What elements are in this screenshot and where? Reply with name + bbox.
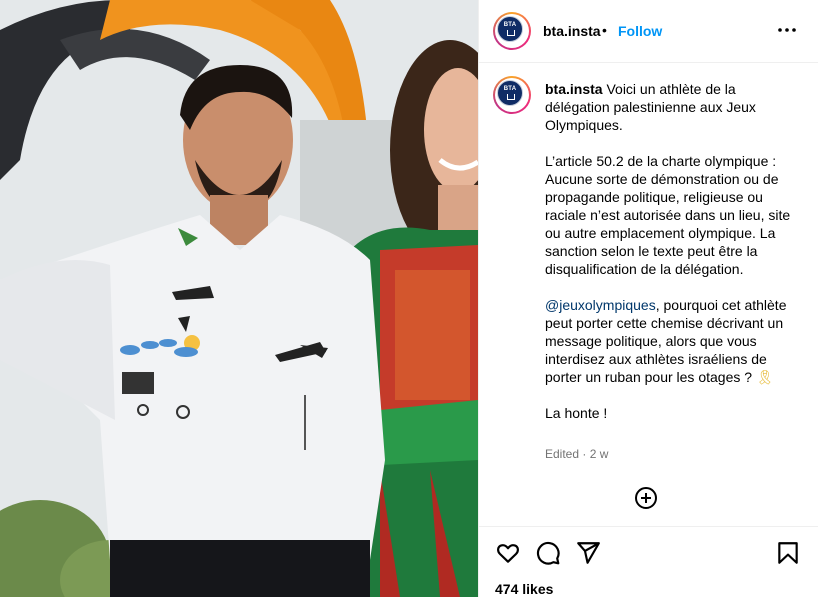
caption-author-avatar[interactable]: BTA bbox=[493, 76, 531, 114]
add-comment-icon[interactable] bbox=[634, 486, 658, 510]
header-separator: • bbox=[602, 22, 607, 38]
scales-icon bbox=[507, 30, 515, 36]
scales-icon bbox=[507, 94, 515, 100]
more-options-icon[interactable] bbox=[775, 20, 799, 40]
post-photo[interactable] bbox=[0, 0, 478, 597]
share-icon[interactable] bbox=[575, 540, 601, 566]
post-image bbox=[0, 0, 478, 597]
post-actions-bar: 474 likes bbox=[479, 526, 818, 597]
avatar-text: BTA bbox=[503, 22, 517, 28]
mention-link[interactable]: @jeuxolympiques bbox=[545, 297, 656, 313]
bookmark-icon[interactable] bbox=[775, 540, 801, 566]
caption-handle[interactable]: bta.insta bbox=[545, 81, 603, 97]
instagram-post: BTA bta.insta • Follow BTA bta.insta Voi… bbox=[0, 0, 818, 597]
avatar-text: BTA bbox=[503, 86, 517, 92]
ribbon-emoji-icon: 🎗 bbox=[755, 369, 774, 385]
likes-count[interactable]: 474 likes bbox=[495, 581, 553, 597]
author-handle[interactable]: bta.insta bbox=[543, 23, 601, 39]
post-header: BTA bta.insta • Follow bbox=[479, 0, 818, 63]
bta-logo: BTA bbox=[497, 80, 523, 106]
caption-paragraph-2: L’article 50.2 de la charte olympique : … bbox=[545, 153, 791, 277]
bta-logo: BTA bbox=[497, 16, 523, 42]
edited-timestamp: Edited · 2 w bbox=[545, 447, 609, 461]
comment-icon[interactable] bbox=[535, 540, 561, 566]
caption-paragraph-4: La honte ! bbox=[545, 405, 608, 421]
heart-icon[interactable] bbox=[495, 540, 521, 566]
post-side-panel: BTA bta.insta • Follow BTA bta.insta Voi… bbox=[478, 0, 818, 597]
follow-button[interactable]: Follow bbox=[618, 23, 662, 39]
post-caption: bta.insta Voici un athlète de la délégat… bbox=[545, 80, 791, 422]
author-avatar[interactable]: BTA bbox=[493, 12, 531, 50]
